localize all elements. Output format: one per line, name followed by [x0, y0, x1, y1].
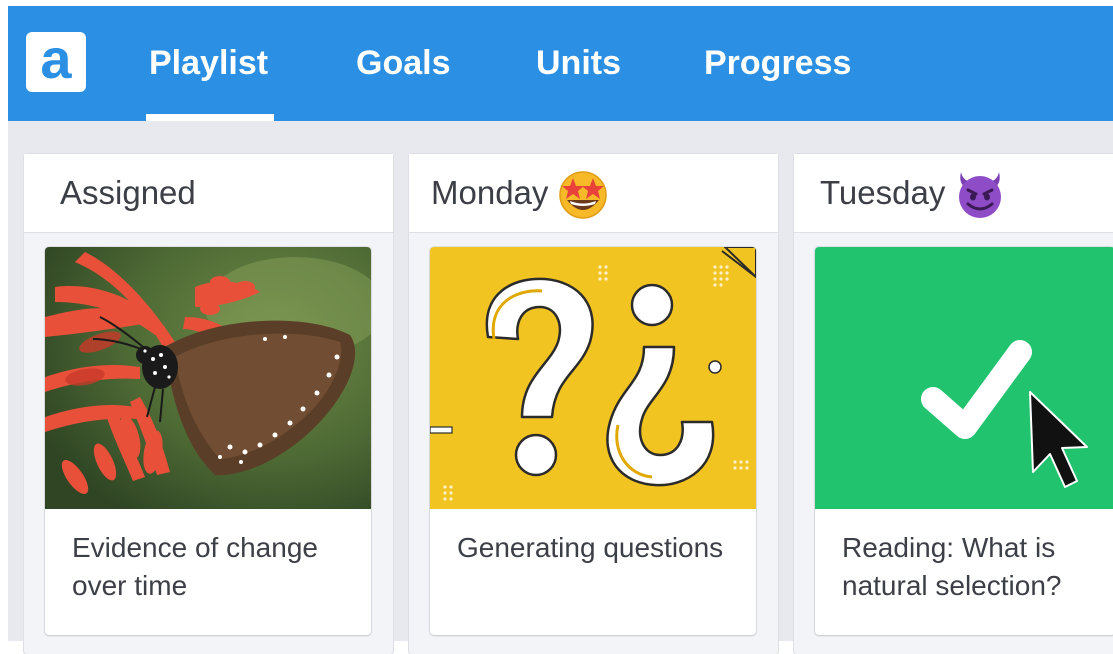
tab-units[interactable]: Units	[536, 6, 621, 121]
playlist-board: Assigned Evidence of change over time Mo…	[8, 121, 1113, 654]
active-tab-indicator	[146, 114, 274, 121]
checkmark-illustration	[815, 247, 1113, 509]
tab-label: Goals	[356, 44, 451, 82]
column-header: Monday	[409, 154, 778, 233]
activity-card[interactable]: Evidence of change over time	[45, 247, 371, 635]
column-header: Assigned	[24, 154, 393, 233]
tab-goals[interactable]: Goals	[356, 6, 450, 121]
top-nav-bar: a Playlist Goals Units Progress	[8, 6, 1113, 121]
smiling-devil-emoji	[959, 172, 1002, 218]
column-header: Tuesday	[794, 154, 1113, 233]
column-tuesday: Tuesday Reading: What is natural selecti…	[794, 154, 1113, 654]
tab-label: Playlist	[149, 44, 269, 82]
star-struck-emoji	[559, 171, 608, 219]
tab-label: Progress	[704, 44, 852, 82]
app-logo[interactable]: a	[26, 27, 86, 92]
logo-letter: a	[40, 27, 72, 90]
column-title: Monday	[431, 174, 549, 211]
tab-playlist[interactable]: Playlist	[149, 6, 268, 121]
activity-card[interactable]: Reading: What is natural selection?	[815, 247, 1113, 635]
card-title: Generating questions	[457, 532, 724, 563]
butterfly-photo	[45, 247, 371, 509]
activity-card[interactable]: Generating questions	[430, 247, 756, 635]
tab-label: Units	[536, 44, 621, 82]
column-title: Assigned	[60, 174, 196, 211]
column-title: Tuesday	[820, 174, 946, 211]
column-monday: Monday Generating questions	[409, 154, 778, 654]
card-title: Evidence of change over time	[72, 532, 318, 601]
tab-progress[interactable]: Progress	[704, 6, 851, 121]
question-marks-illustration	[430, 247, 756, 509]
card-title: Reading: What is natural selection?	[842, 532, 1062, 601]
column-assigned: Assigned Evidence of change over time	[24, 154, 393, 654]
